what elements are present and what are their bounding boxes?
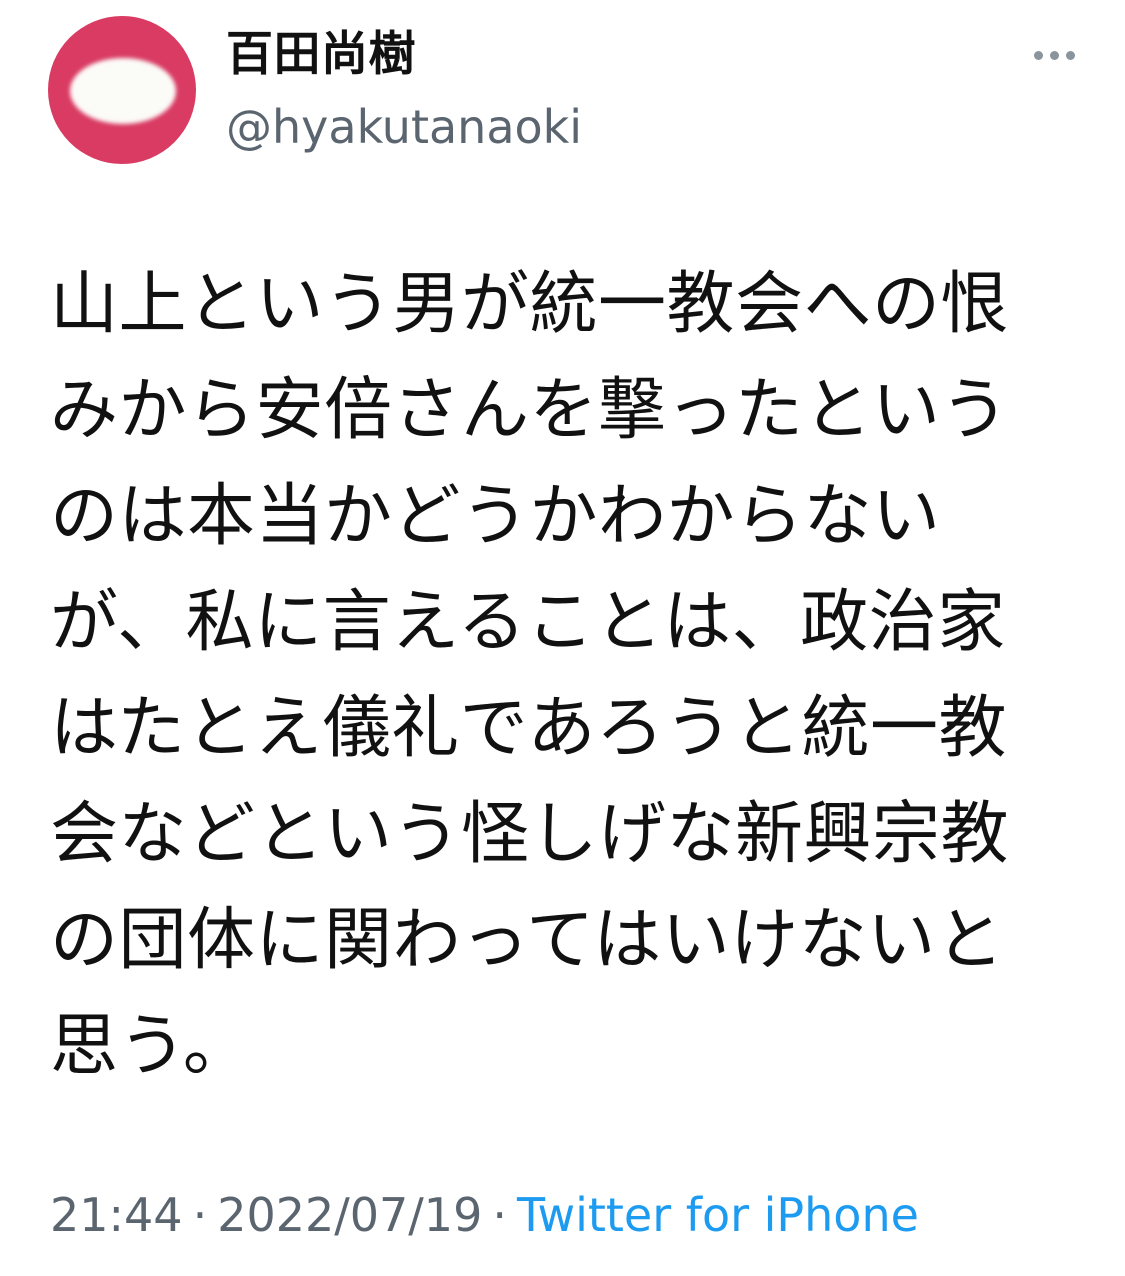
tweet-text-line: が、私に言えることは、政治家 — [50, 583, 1006, 662]
meta-separator: · — [192, 1188, 208, 1242]
more-dot — [1033, 50, 1043, 60]
avatar[interactable] — [48, 16, 196, 164]
more-horizontal-icon[interactable] — [1024, 40, 1084, 70]
tweet-date[interactable]: 2022/07/19 — [217, 1188, 482, 1242]
author-display-name[interactable]: 百田尚樹 — [226, 24, 416, 86]
tweet-text-line: のは本当かどうかわからない — [50, 477, 941, 556]
tweet-text-line: の団体に関わってはいけないと — [50, 901, 1005, 980]
tweet-text-line: 思う。 — [50, 1007, 252, 1086]
author-handle[interactable]: @hyakutanaoki — [226, 96, 582, 158]
meta-separator: · — [492, 1188, 507, 1242]
tweet-meta: 21:44 · 2022/07/19 · Twitter for iPhone — [50, 1184, 919, 1246]
more-dot — [1065, 50, 1075, 60]
tweet-text-line: みから安倍さんを撃ったという — [50, 371, 1010, 450]
tweet-card: 百田尚樹 @hyakutanaoki 山上という男が統一教会への恨 みから安倍さ… — [0, 0, 1125, 1276]
tweet-text: 山上という男が統一教会への恨 みから安倍さんを撃ったという のは本当かどうかわか… — [50, 252, 1090, 1100]
tweet-time[interactable]: 21:44 — [50, 1188, 183, 1242]
tweet-text-line: 会などという怪しげな新興宗教 — [50, 795, 1010, 874]
tweet-text-line: はたとえ儀礼であろうと統一教 — [50, 689, 1007, 768]
avatar-image — [70, 58, 176, 124]
tweet-source-link[interactable]: Twitter for iPhone — [517, 1188, 919, 1242]
tweet-text-line: 山上という男が統一教会への恨 — [50, 265, 1010, 344]
more-dot — [1049, 50, 1059, 60]
